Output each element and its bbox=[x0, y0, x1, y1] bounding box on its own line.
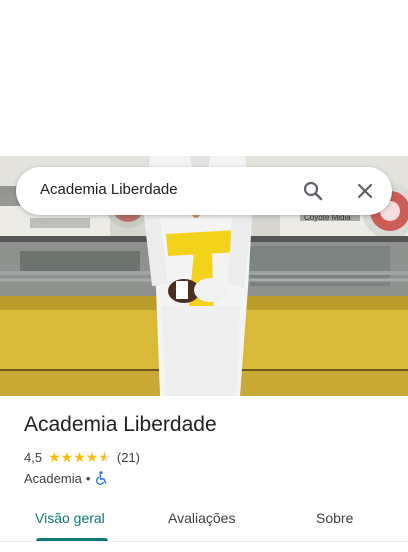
map-blank-area bbox=[0, 0, 408, 156]
place-title: Academia Liberdade bbox=[24, 413, 217, 436]
category-row: Academia • bbox=[24, 469, 108, 487]
half-star-icon: ★ bbox=[98, 449, 111, 465]
star-icon: ★ bbox=[60, 449, 74, 465]
tab-overview[interactable]: Visão geral bbox=[35, 510, 105, 526]
tab-reviews[interactable]: Avaliações bbox=[168, 510, 235, 526]
search-input[interactable]: Academia Liberdade bbox=[40, 181, 178, 198]
wheelchair-accessible-icon[interactable] bbox=[94, 471, 108, 485]
star-icon: ★ bbox=[73, 449, 86, 465]
tabs-divider bbox=[0, 541, 408, 542]
rating-row: 4,5 ★ ★ ★ ★ ★ (21) bbox=[24, 448, 140, 466]
separator-dot: • bbox=[85, 470, 91, 486]
reviews-count[interactable]: (21) bbox=[117, 450, 140, 465]
place-category: Academia bbox=[24, 470, 82, 486]
tab-bar: Visão geral Avaliações Sobre bbox=[0, 500, 408, 542]
rating-value: 4,5 bbox=[24, 449, 43, 465]
star-rating: ★ ★ ★ ★ ★ bbox=[48, 450, 111, 464]
star-icon: ★ bbox=[85, 449, 99, 465]
tab-about[interactable]: Sobre bbox=[316, 510, 353, 526]
search-icon[interactable] bbox=[301, 179, 325, 203]
search-bar[interactable]: Academia Liberdade bbox=[16, 167, 392, 215]
star-icon: ★ bbox=[48, 449, 61, 465]
close-icon[interactable] bbox=[353, 179, 377, 203]
